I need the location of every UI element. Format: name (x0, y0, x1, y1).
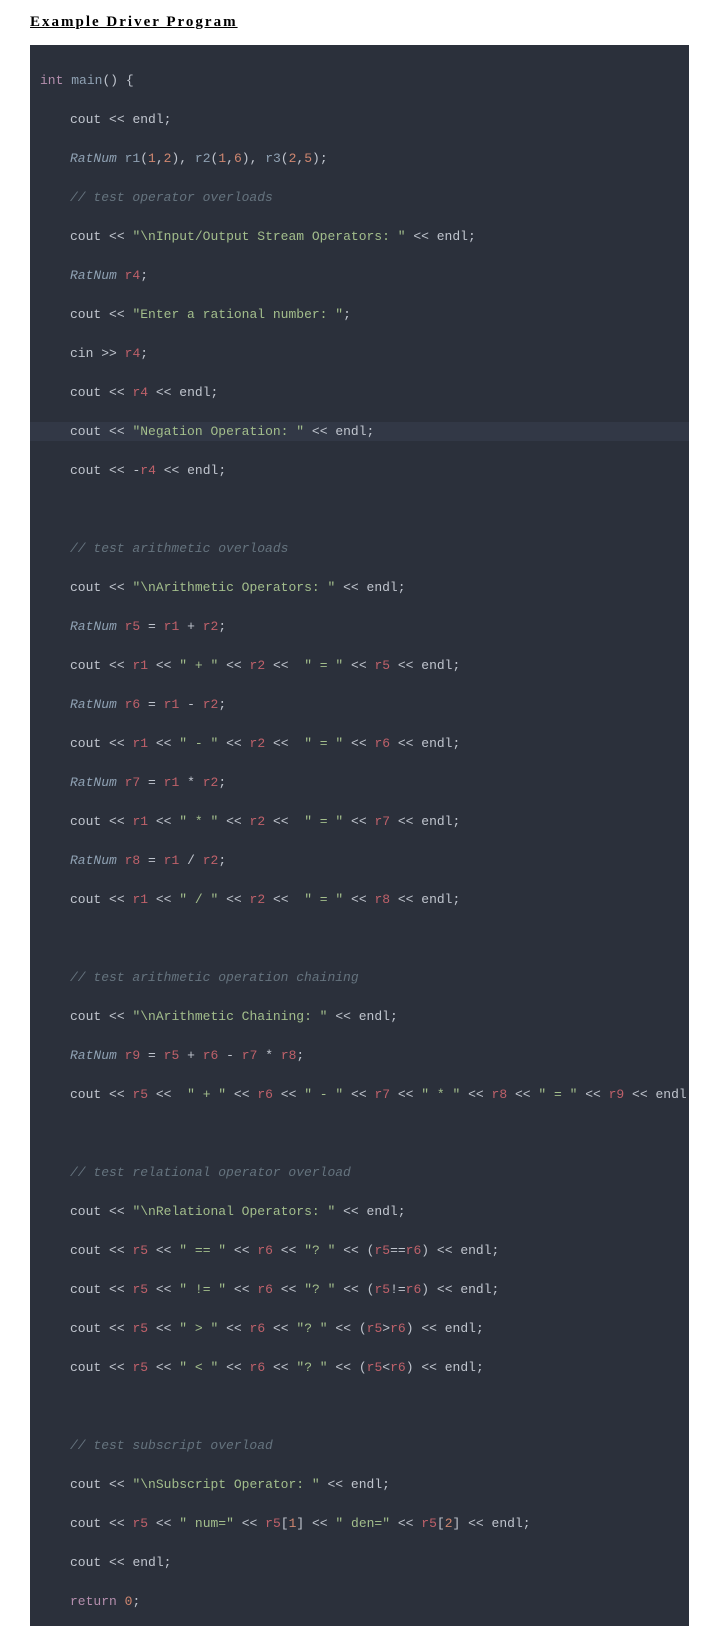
code-line: cout << "Enter a rational number: "; (30, 305, 689, 325)
code-line: return 0; (30, 1592, 689, 1612)
code-line: cout << "\nArithmetic Operators: " << en… (30, 578, 689, 598)
code-line: cout << r1 << " * " << r2 << " = " << r7… (30, 812, 689, 832)
code-line: RatNum r8 = r1 / r2; (30, 851, 689, 871)
code-line: cout << r5 << " + " << r6 << " - " << r7… (30, 1085, 689, 1105)
code-line: cout << r5 << " != " << r6 << "? " << (r… (30, 1280, 689, 1300)
code-line: cout << "\nArithmetic Chaining: " << end… (30, 1007, 689, 1027)
code-line: // test subscript overload (30, 1436, 689, 1456)
code-line: cout << r5 << " < " << r6 << "? " << (r5… (30, 1358, 689, 1378)
code-line: RatNum r9 = r5 + r6 - r7 * r8; (30, 1046, 689, 1066)
code-line: // test operator overloads (30, 188, 689, 208)
code-line: RatNum r5 = r1 + r2; (30, 617, 689, 637)
code-line: cout << "\nSubscript Operator: " << endl… (30, 1475, 689, 1495)
code-line: cout << r5 << " == " << r6 << "? " << (r… (30, 1241, 689, 1261)
code-line: cout << r1 << " / " << r2 << " = " << r8… (30, 890, 689, 910)
code-line (30, 1397, 689, 1417)
code-line (30, 500, 689, 520)
code-line: cout << -r4 << endl; (30, 461, 689, 481)
document-page: Example Driver Program int main() { cout… (0, 0, 709, 1626)
code-block: int main() { cout << endl; RatNum r1(1,2… (30, 45, 689, 1626)
code-line: RatNum r6 = r1 - r2; (30, 695, 689, 715)
code-line: cout << r4 << endl; (30, 383, 689, 403)
code-line: cout << "Negation Operation: " << endl; (30, 422, 689, 442)
code-line: int main() { (30, 71, 689, 91)
code-line: RatNum r1(1,2), r2(1,6), r3(2,5); (30, 149, 689, 169)
code-line (30, 1124, 689, 1144)
code-line: // test relational operator overload (30, 1163, 689, 1183)
code-line: cout << r5 << " num=" << r5[1] << " den=… (30, 1514, 689, 1534)
code-line: cout << r1 << " - " << r2 << " = " << r6… (30, 734, 689, 754)
code-line: // test arithmetic overloads (30, 539, 689, 559)
code-line: cout << "\nRelational Operators: " << en… (30, 1202, 689, 1222)
code-line: RatNum r7 = r1 * r2; (30, 773, 689, 793)
code-line (30, 929, 689, 949)
code-line: cout << r5 << " > " << r6 << "? " << (r5… (30, 1319, 689, 1339)
section-heading: Example Driver Program (30, 14, 689, 31)
code-line: // test arithmetic operation chaining (30, 968, 689, 988)
code-line: cout << endl; (30, 1553, 689, 1573)
code-line: cin >> r4; (30, 344, 689, 364)
code-line: cout << endl; (30, 110, 689, 130)
code-line: cout << "\nInput/Output Stream Operators… (30, 227, 689, 247)
code-line: RatNum r4; (30, 266, 689, 286)
code-line: cout << r1 << " + " << r2 << " = " << r5… (30, 656, 689, 676)
